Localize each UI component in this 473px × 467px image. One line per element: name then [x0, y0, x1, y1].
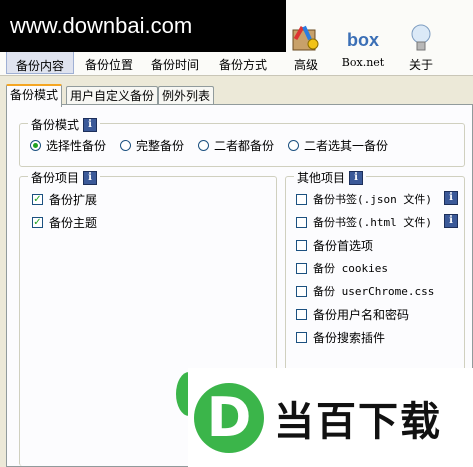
watermark-logo: D 当百下载: [188, 368, 473, 467]
radio-label: 二者都备份: [214, 139, 275, 153]
checkbox-themes[interactable]: ✓ 备份主题: [32, 214, 97, 231]
tab-exception-list[interactable]: 例外列表: [158, 86, 215, 105]
info-icon[interactable]: i: [444, 214, 458, 228]
group-legend: 备份项目 i: [28, 169, 101, 186]
radio-dot-icon: [30, 140, 41, 151]
checkbox-label: 备份 userChrome.css: [313, 285, 435, 298]
toolbar-label: 高级: [293, 58, 318, 72]
toolbar-box-net-button[interactable]: box Box.net: [336, 0, 390, 74]
radio-full[interactable]: 完整备份: [120, 137, 184, 154]
toolbar-advanced-button[interactable]: 高级: [282, 0, 330, 74]
box-net-icon: box: [346, 30, 380, 50]
checkbox-empty-icon: [296, 240, 307, 251]
info-icon[interactable]: i: [83, 117, 98, 132]
checkbox-empty-icon: [296, 216, 307, 228]
toolbar-label: 备份时间: [150, 58, 199, 72]
tab-custom-backup[interactable]: 用户自定义备份: [66, 86, 159, 105]
toolbar-about-button[interactable]: 关于: [396, 0, 446, 74]
info-icon[interactable]: i: [444, 191, 458, 205]
checkbox-empty-icon: [296, 309, 307, 320]
radio-label: 完整备份: [136, 139, 185, 153]
about-lightbulb-icon: [410, 24, 432, 57]
radio-dot-icon: [288, 140, 300, 151]
info-icon[interactable]: i: [83, 170, 98, 185]
checkbox-passwords[interactable]: 备份用户名和密码: [296, 306, 409, 323]
watermark-d-icon: D: [194, 382, 264, 453]
checkbox-checked-icon: ✓: [32, 217, 43, 228]
radio-either[interactable]: 二者选其一备份: [288, 137, 388, 154]
radio-dot-icon: [198, 140, 210, 151]
toolbar-label: 备份位置: [84, 58, 133, 72]
toolbar-label: 关于: [408, 58, 433, 72]
checkbox-empty-icon: [296, 332, 307, 343]
radio-label: 二者选其一备份: [304, 139, 389, 153]
checkbox-label: 备份书签(.json 文件): [313, 193, 432, 206]
radio-dot-icon: [120, 140, 132, 151]
radio-selective[interactable]: 选择性备份: [30, 137, 106, 154]
mode-radio-group: 选择性备份 完整备份 二者都备份 二者选其一备份: [30, 137, 402, 154]
group-title: 备份模式: [31, 118, 80, 132]
group-legend: 其他项目 i: [294, 169, 367, 186]
radio-both[interactable]: 二者都备份: [198, 137, 274, 154]
checkbox-label: 备份主题: [49, 216, 98, 230]
checkbox-search-plugins[interactable]: 备份搜索插件: [296, 329, 385, 346]
checkbox-label: 备份搜索插件: [313, 331, 386, 345]
checkbox-label: 备份用户名和密码: [313, 308, 410, 322]
checkbox-preferences[interactable]: 备份首选项: [296, 237, 373, 254]
checkbox-checked-icon: ✓: [32, 194, 43, 205]
group-title: 其他项目: [297, 171, 346, 185]
group-title: 备份项目: [31, 171, 80, 185]
checkbox-empty-icon: [296, 193, 307, 205]
checkbox-empty-icon: [296, 285, 307, 297]
tab-backup-mode[interactable]: 备份模式: [6, 84, 63, 107]
checkbox-label: 备份扩展: [49, 193, 98, 207]
checkbox-label: 备份书签(.html 文件): [313, 216, 432, 229]
radio-label: 选择性备份: [46, 139, 107, 153]
watermark-banner: www.downbai.com: [0, 0, 286, 52]
info-icon[interactable]: i: [349, 170, 364, 185]
backup-mode-group: 备份模式 i 选择性备份 完整备份 二者都备份 二者选其一备份: [19, 116, 465, 167]
toolbar-label: 备份内容: [15, 59, 64, 73]
toolbar-label: Box.net: [341, 56, 385, 69]
advanced-tools-icon: [291, 24, 321, 55]
checkbox-label: 备份首选项: [313, 239, 374, 253]
toolbar-label: 备份方式: [218, 58, 267, 72]
checkbox-empty-icon: [296, 262, 307, 274]
checkbox-extensions[interactable]: ✓ 备份扩展: [32, 191, 97, 208]
checkbox-cookies[interactable]: 备份 cookies: [296, 260, 388, 276]
checkbox-label: 备份 cookies: [313, 262, 388, 275]
group-legend: 备份模式 i: [28, 116, 101, 133]
checkbox-userchrome[interactable]: 备份 userChrome.css: [296, 283, 434, 299]
checkbox-bookmarks-html[interactable]: 备份书签(.html 文件): [296, 214, 432, 230]
watermark-logo-text: 当百下载: [274, 398, 442, 445]
checkbox-bookmarks-json[interactable]: 备份书签(.json 文件): [296, 191, 432, 207]
